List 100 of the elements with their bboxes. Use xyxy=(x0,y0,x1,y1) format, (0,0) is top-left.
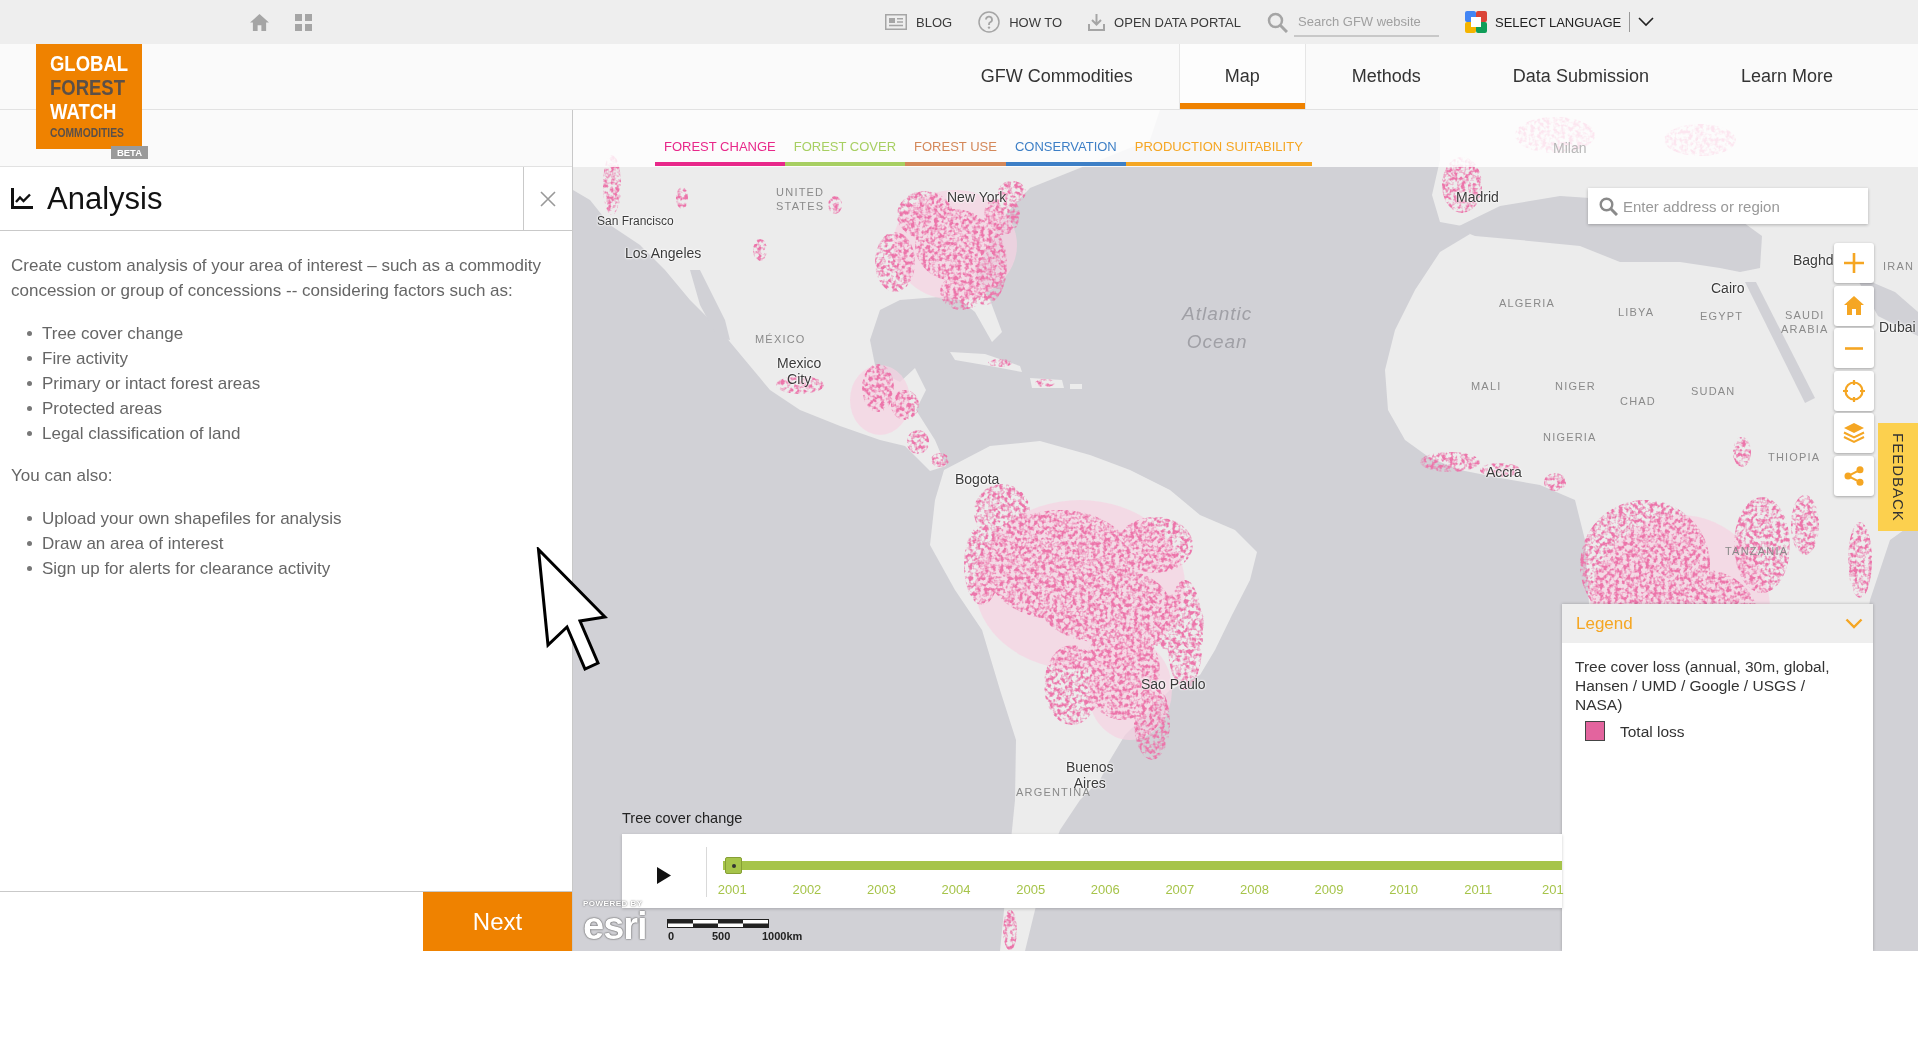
bullet-icon xyxy=(27,356,32,361)
layer-name: Tree cover loss (annual, 30m, global, Hansen / UMD / Google / USGS / NASA) xyxy=(1575,657,1831,714)
search-field[interactable]: Search GFW website xyxy=(1294,7,1439,37)
year-label: 2007 xyxy=(1164,882,1196,898)
layers-button[interactable] xyxy=(1834,413,1874,453)
timeline-handle[interactable] xyxy=(725,857,742,874)
share-button[interactable] xyxy=(1834,455,1874,496)
year-label: 2010 xyxy=(1388,882,1420,898)
list-item-text: Sign up for alerts for clearance activity xyxy=(42,558,331,580)
share-icon xyxy=(1844,465,1864,486)
list-item-text: Draw an area of interest xyxy=(42,533,224,555)
feedback-tab[interactable]: FEEDBACK xyxy=(1878,423,1918,531)
city-label: Dubai xyxy=(1879,319,1916,335)
year-label: 2008 xyxy=(1239,882,1270,898)
year-label: 2002 xyxy=(791,882,823,898)
intro-text: Create custom analysis of your area of interest – such as a commodity concession or group of concessions -- considering factors such as: xyxy=(11,255,543,302)
layers-icon xyxy=(1843,422,1865,444)
section-text: You can also: xyxy=(11,465,114,487)
city-label: Milan xyxy=(1553,140,1587,156)
country-label: NIGER xyxy=(1555,379,1596,393)
year-label: 2001 xyxy=(716,882,748,898)
chevron-down-icon xyxy=(1845,618,1863,629)
zoom-out-button[interactable] xyxy=(1834,328,1874,368)
year-label: 201 xyxy=(1540,882,1565,898)
year-label: 2011 xyxy=(1463,882,1494,898)
newspaper-icon xyxy=(885,14,907,30)
category-tab[interactable]: CONSERVATION xyxy=(1005,138,1126,166)
country-label: MALI xyxy=(1471,379,1502,393)
download-icon xyxy=(1088,13,1106,31)
country-label: CHAD xyxy=(1620,394,1656,408)
country-label: SUDAN xyxy=(1691,384,1736,398)
country-label: EGYPT xyxy=(1700,309,1744,323)
country-label: THIOPIA xyxy=(1768,450,1821,464)
list-item-text: Legal classification of land xyxy=(42,423,241,445)
city-label: Baghd xyxy=(1793,252,1834,268)
country-label: IRAN xyxy=(1883,259,1915,273)
country-label: SAUDI ARABIA xyxy=(1781,308,1829,336)
help-icon xyxy=(978,11,1001,33)
list-item-text: Protected areas xyxy=(42,398,162,420)
nav-tab[interactable]: Data Submission xyxy=(1466,44,1695,109)
city-label: New York xyxy=(947,189,1007,205)
crosshair-icon xyxy=(1843,379,1865,402)
zoom-in-button[interactable] xyxy=(1834,243,1874,283)
locate-button[interactable] xyxy=(1834,370,1874,411)
list-item-text: Fire activity xyxy=(42,348,128,370)
beta-badge: BETA xyxy=(111,146,148,159)
scale-label: 500 xyxy=(712,930,731,943)
nav-link[interactable]: HOW TO xyxy=(978,11,1063,33)
home-icon xyxy=(250,13,269,31)
home-icon xyxy=(1844,296,1864,315)
home-button[interactable] xyxy=(250,13,269,31)
language-select[interactable]: SELECT LANGUAGE xyxy=(1465,11,1655,33)
scale-label: 0 xyxy=(668,930,675,943)
bullet-icon xyxy=(27,516,32,521)
legend-title: Legend xyxy=(1576,613,1633,634)
home-button[interactable] xyxy=(1834,285,1874,326)
address-search-field[interactable]: Enter address or region xyxy=(1588,188,1868,224)
nav-tab[interactable]: Methods xyxy=(1305,44,1467,109)
plus-icon xyxy=(1844,253,1864,273)
list-item-text: Primary or intact forest areas xyxy=(42,373,261,395)
search-icon xyxy=(1267,11,1288,33)
country-label: UNITED STATES xyxy=(776,185,825,213)
bullet-icon xyxy=(27,406,32,411)
timeline-title: Tree cover change xyxy=(622,809,743,827)
category-tab[interactable]: FOREST CHANGE xyxy=(655,138,785,166)
bullet-icon xyxy=(27,566,32,571)
close-icon xyxy=(540,190,556,207)
tree-cover-loss-area xyxy=(988,359,1055,387)
timeline-slider[interactable] xyxy=(723,857,1562,874)
year-label: 2005 xyxy=(1015,882,1047,898)
minus-icon xyxy=(1845,346,1863,350)
bullet-icon xyxy=(27,541,32,546)
nav-tab[interactable]: Learn More xyxy=(1694,44,1879,109)
country-label: MÉXICO xyxy=(755,332,806,346)
nav-link[interactable]: BLOG xyxy=(885,14,953,30)
year-label: 2003 xyxy=(866,882,897,898)
country-label: NIGERIA xyxy=(1543,430,1597,444)
apps-button[interactable] xyxy=(295,13,312,31)
city-label: Sao Paulo xyxy=(1141,676,1206,692)
nav-tab[interactable]: Map xyxy=(1178,44,1306,109)
chevron-down-icon xyxy=(1638,17,1655,27)
city-label: Bogota xyxy=(955,471,1000,487)
island xyxy=(1070,384,1082,389)
year-label: 2009 xyxy=(1313,882,1345,898)
city-label: San Francisco xyxy=(597,213,674,229)
city-label: Mexico City xyxy=(777,355,822,387)
legend-item-label: Total loss xyxy=(1620,721,1685,741)
year-label: 2004 xyxy=(940,882,972,898)
bullet-icon xyxy=(27,381,32,386)
play-icon xyxy=(657,866,671,884)
sea-area xyxy=(690,270,730,340)
collapse-button[interactable] xyxy=(1845,618,1863,629)
year-label: 2006 xyxy=(1089,882,1121,898)
scale-label: 1000km xyxy=(762,930,803,943)
list-item-text: Tree cover change xyxy=(42,323,184,345)
list-item-text: Upload your own shapefiles for analysis xyxy=(42,508,342,530)
bullet-icon xyxy=(27,331,32,336)
nav-tab[interactable]: GFW Commodities xyxy=(934,44,1179,109)
translate-icon xyxy=(1465,11,1487,33)
nav-link[interactable]: OPEN DATA PORTAL xyxy=(1088,13,1241,31)
